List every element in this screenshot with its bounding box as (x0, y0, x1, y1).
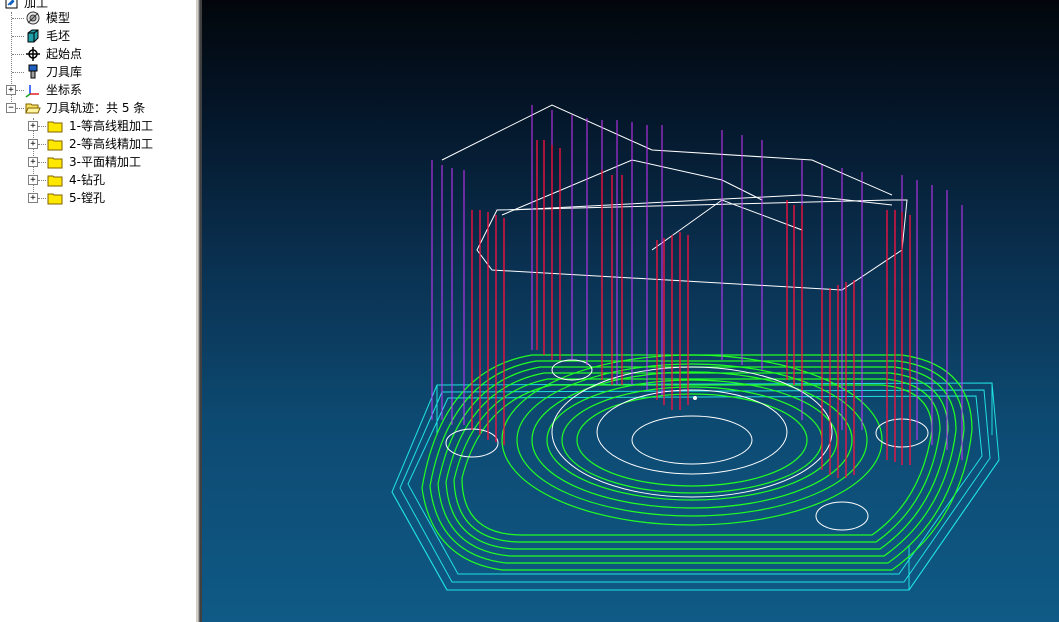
tree-item-stock[interactable]: 毛坯 (0, 27, 196, 45)
toolpath-item[interactable]: + 5-镗孔 (0, 189, 196, 207)
tree-connector (12, 36, 24, 37)
folder-icon (47, 193, 63, 205)
toolpath-label: 1-等高线粗加工 (69, 119, 153, 133)
center-point-marker (693, 396, 697, 400)
expand-toggle[interactable]: + (28, 139, 38, 149)
3d-viewport[interactable] (202, 0, 1059, 622)
roughing-toolpath (471, 140, 911, 478)
tree-item-tool-library[interactable]: 刀具库 (0, 63, 196, 81)
tree-item-label: 起始点 (46, 47, 83, 61)
folder-icon (47, 139, 63, 151)
retract-moves (431, 105, 963, 460)
model-icon (26, 11, 40, 25)
toolpath-item[interactable]: + 2-等高线精加工 (0, 135, 196, 153)
tree-item-label: 刀具库 (46, 65, 83, 79)
tree-item-label: 模型 (46, 11, 71, 25)
toolpath-item[interactable]: + 1-等高线粗加工 (0, 117, 196, 135)
tree-item-label: 坐标系 (46, 83, 83, 97)
toolpath-item[interactable]: + 3-平面精加工 (0, 153, 196, 171)
toolpath-item[interactable]: + 4-钻孔 (0, 171, 196, 189)
tree-connector (38, 180, 46, 181)
stock-icon (27, 29, 39, 43)
tree-connector (38, 126, 46, 127)
expand-toggle[interactable]: + (6, 85, 16, 95)
tree-connector (12, 18, 24, 19)
toolpath-label: 3-平面精加工 (69, 155, 141, 169)
tree-item-toolpaths[interactable]: − 刀具轨迹：共 5 条 (0, 99, 196, 117)
tree-connector (12, 72, 24, 73)
tree-connector (38, 162, 46, 163)
tree-item-start-point[interactable]: 起始点 (0, 45, 196, 63)
open-folder-icon (25, 103, 41, 114)
start-point-icon (26, 47, 40, 61)
tree-connector (16, 90, 24, 91)
expand-toggle[interactable]: + (28, 175, 38, 185)
toolpath-label: 2-等高线精加工 (69, 137, 153, 151)
toolpath-label: 5-镗孔 (69, 191, 105, 205)
tree-connector (38, 144, 46, 145)
folder-icon (47, 175, 63, 187)
tree-item-model[interactable]: 模型 (0, 9, 196, 27)
tree-item-label: 毛坯 (46, 29, 71, 43)
folder-icon (47, 157, 63, 169)
tree-item-label: 刀具轨迹：共 5 条 (46, 101, 146, 115)
tree-connector (12, 54, 24, 55)
tree-connector (38, 198, 46, 199)
machining-tree-panel: 加工 模型 毛坯 起始点 刀具库 + 坐标系 − 刀具轨迹：共 5 条 + 1-… (0, 0, 196, 622)
expand-toggle[interactable]: + (28, 157, 38, 167)
folder-icon (47, 121, 63, 133)
coordinate-system-icon (25, 85, 39, 98)
toolpath-scene (391, 104, 1000, 591)
collapse-toggle[interactable]: − (6, 103, 16, 113)
tree-item-coordinate-system[interactable]: + 坐标系 (0, 81, 196, 99)
toolpath-label: 4-钻孔 (69, 173, 105, 187)
expand-toggle[interactable]: + (28, 121, 38, 131)
model-edges (441, 104, 929, 531)
expand-toggle[interactable]: + (28, 193, 38, 203)
tree-connector (16, 108, 24, 109)
tool-library-icon (28, 64, 38, 79)
